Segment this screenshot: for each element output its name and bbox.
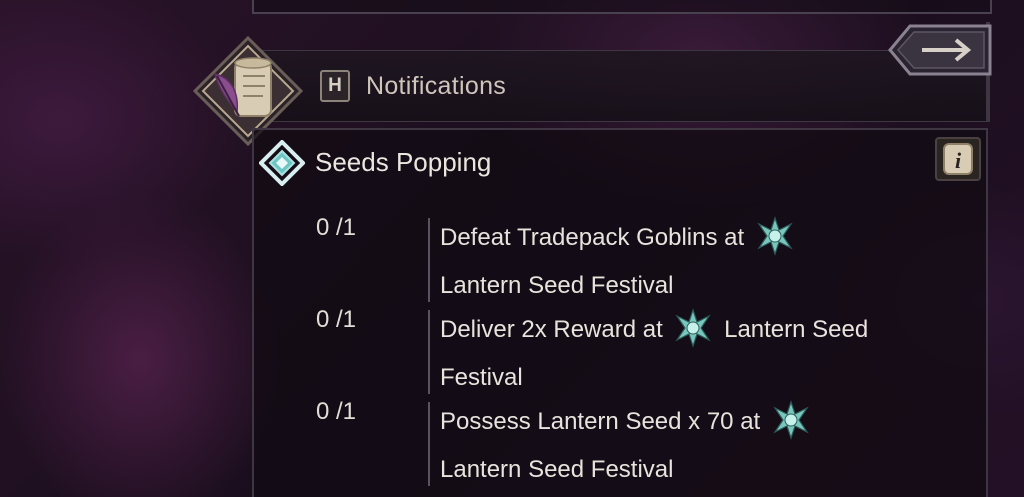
hotkey-badge: H [320,70,350,102]
objective-text: Defeat Tradepack Goblins at Lantern Seed… [440,214,910,310]
arrow-right-icon [888,24,992,76]
festival-location-icon[interactable] [673,307,713,348]
header-title: Notifications [366,72,507,100]
notifications-header[interactable] [250,50,990,122]
objective-divider [428,218,430,302]
objective-location: Lantern Seed Festival [440,456,674,483]
objective-row: 0 /1 Deliver 2x Reward at Lantern Seed F… [300,306,940,396]
objective-text: Deliver 2x Reward at Lantern Seed Festiv… [440,306,910,402]
objective-text-before: Possess Lantern Seed x 70 at [440,408,761,435]
collapse-arrow-button[interactable] [888,22,992,78]
diamond-quest-icon [258,139,306,187]
upper-panel-edge [252,0,992,14]
objective-location: Lantern Seed Festival [440,272,674,299]
info-scroll-icon: i [935,137,981,181]
info-button[interactable]: i [934,136,982,182]
objective-row: 0 /1 Defeat Tradepack Goblins at Lantern… [300,214,940,304]
objective-divider [428,402,430,486]
festival-location-icon[interactable] [771,399,811,440]
objective-count: 0 /1 [316,306,357,333]
quest-title[interactable]: Seeds Popping [315,145,491,179]
festival-location-icon[interactable] [755,215,795,256]
svg-text:i: i [955,148,962,173]
objective-row: 0 /1 Possess Lantern Seed x 70 at Lanter… [300,398,940,488]
objective-count: 0 /1 [316,214,357,241]
objective-divider [428,310,430,394]
objective-text: Possess Lantern Seed x 70 at Lantern See… [440,398,910,494]
objective-text-before: Deliver 2x Reward at [440,316,663,343]
objective-count: 0 /1 [316,398,357,425]
objective-text-before: Defeat Tradepack Goblins at [440,224,745,251]
